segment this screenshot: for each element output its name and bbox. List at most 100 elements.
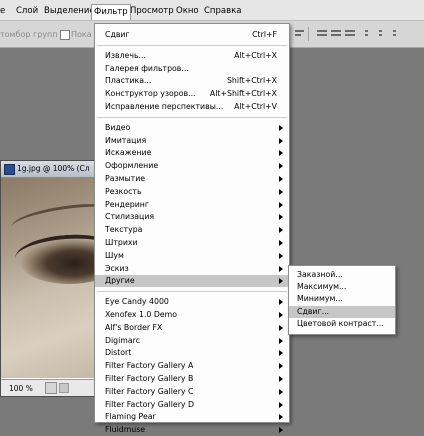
- submenu-arrow-icon: [279, 427, 283, 434]
- distribute-top-icon[interactable]: [316, 29, 328, 39]
- document-title: 1g.jpg @ 100% (Сл: [17, 164, 90, 173]
- horizontal-scroll-arrow[interactable]: [59, 383, 69, 393]
- other-submenu-item[interactable]: Сдвиг...: [289, 305, 395, 318]
- filter-menu-item[interactable]: Рендеринг: [95, 199, 289, 211]
- filter-menu-item-shortcut: Alt+Shift+Ctrl+X: [209, 89, 277, 99]
- filter-menu-item[interactable]: Штрихи: [95, 237, 289, 249]
- filter-menu-item-label: Alf's Border FX: [105, 322, 163, 332]
- menu-filter[interactable]: Фильтр: [91, 4, 131, 20]
- submenu-arrow-icon: [279, 176, 283, 182]
- filter-menu-item-label: Distort: [105, 348, 132, 358]
- filter-menu-item[interactable]: Извлечь... Alt+Ctrl+X: [95, 50, 289, 62]
- menu-separator: [97, 291, 287, 293]
- filter-menu-item[interactable]: Сдвиг Ctrl+F: [95, 29, 289, 41]
- menu-select[interactable]: Выделение: [44, 5, 95, 17]
- filter-menu-item[interactable]: Alf's Border FX: [95, 322, 289, 334]
- filter-menu-item-label: Другие: [105, 276, 135, 286]
- filter-menu-item[interactable]: Distort: [95, 347, 289, 359]
- distribute-left-icon[interactable]: [364, 29, 376, 39]
- filter-menu-item-label: Имитация: [105, 135, 147, 145]
- menu-separator: [97, 44, 287, 46]
- menu-separator: [97, 116, 287, 118]
- menu-image[interactable]: е: [0, 5, 5, 17]
- filter-menu-item[interactable]: Xenofex 1.0 Demo: [95, 309, 289, 321]
- submenu-arrow-icon: [279, 227, 283, 234]
- filter-menu-item[interactable]: Исправление перспективы... Alt+Ctrl+V: [95, 101, 289, 113]
- filter-menu-item[interactable]: Eye Candy 4000: [95, 296, 289, 308]
- other-submenu: Заказной... Максимум... Минимум... Сдвиг...…: [288, 265, 396, 335]
- filter-menu-item-label: Digimarc: [105, 335, 140, 345]
- other-submenu-item[interactable]: Минимум...: [289, 293, 395, 305]
- filter-menu-item[interactable]: Digimarc: [95, 335, 289, 347]
- submenu-arrow-icon: [279, 350, 283, 357]
- other-submenu-item-label: Максимум...: [297, 282, 347, 292]
- submenu-arrow-icon: [279, 414, 283, 421]
- filter-menu-item-label: Извлечь...: [105, 50, 146, 60]
- menu-bar: е Слой Выделение Фильтр Просмотр Окно Сп…: [0, 0, 424, 21]
- filter-menu-item-label: Filter Factory Gallery B: [105, 374, 194, 383]
- filter-menu-item-label: Filter Factory Gallery C: [105, 386, 194, 396]
- filter-menu-item[interactable]: Стилизация: [95, 211, 289, 223]
- menu-window[interactable]: Окно: [176, 5, 199, 17]
- filter-menu-item[interactable]: Fluidmuse: [95, 424, 289, 436]
- other-submenu-item-label: Минимум...: [297, 294, 343, 304]
- filter-menu-item-shortcut: Alt+Ctrl+X: [234, 50, 277, 60]
- align-left-icon[interactable]: [294, 29, 306, 39]
- filter-menu-item-label: Рендеринг: [105, 199, 149, 209]
- filter-menu-item[interactable]: Текстура: [95, 224, 289, 236]
- filter-menu-item[interactable]: Filter Factory Gallery C: [95, 386, 289, 398]
- filter-menu-item-label: Конструктор узоров...: [105, 89, 196, 99]
- filter-menu-item[interactable]: Эскиз: [95, 263, 289, 275]
- status-menu-button[interactable]: [45, 382, 57, 394]
- filter-menu-item-label: Штрихи: [105, 238, 138, 247]
- filter-menu-item[interactable]: Пластика... Shift+Ctrl+X: [95, 75, 289, 87]
- filter-menu-item[interactable]: Filter Factory Gallery B: [95, 373, 289, 385]
- filter-menu-item[interactable]: Видео: [95, 122, 289, 134]
- show-transform-checkbox[interactable]: [60, 30, 70, 40]
- filter-menu-item[interactable]: Filter Factory Gallery A: [95, 360, 289, 372]
- show-transform-label: Пока: [71, 30, 92, 39]
- filter-menu-item-label: Галерея фильтров...: [105, 63, 189, 73]
- filter-menu-item-label: Эскиз: [105, 263, 129, 273]
- submenu-arrow-icon: [279, 337, 283, 344]
- filter-menu-item[interactable]: Резкость: [95, 186, 289, 198]
- distribute-right-icon[interactable]: [392, 29, 404, 39]
- filter-menu-item[interactable]: Flaming Pear: [95, 411, 289, 423]
- submenu-arrow-icon: [279, 312, 283, 318]
- submenu-arrow-icon: [279, 201, 283, 208]
- submenu-arrow-icon: [279, 124, 283, 131]
- submenu-arrow-icon: [279, 376, 283, 382]
- filter-menu-item-shortcut: Alt+Ctrl+V: [234, 102, 277, 111]
- filter-menu-item-label: Размытие: [105, 174, 146, 183]
- filter-menu-item[interactable]: Конструктор узоров... Alt+Shift+Ctrl+X: [95, 88, 289, 100]
- filter-menu-item[interactable]: Шум: [95, 250, 289, 262]
- filter-menu-item[interactable]: Filter Factory Gallery D: [95, 399, 289, 411]
- filter-menu-item[interactable]: Искажение: [95, 147, 289, 159]
- filter-menu-item-label: Flaming Pear: [105, 412, 156, 422]
- photoshop-document-icon: [4, 164, 15, 175]
- submenu-arrow-icon: [279, 401, 283, 408]
- submenu-arrow-icon: [279, 265, 283, 272]
- submenu-arrow-icon: [279, 388, 283, 395]
- filter-menu-item-label: Filter Factory Gallery D: [105, 399, 194, 409]
- filter-menu-item[interactable]: Другие: [95, 275, 289, 288]
- filter-menu-item[interactable]: Галерея фильтров...: [95, 63, 289, 75]
- distribute-hcenter-icon[interactable]: [378, 29, 390, 39]
- menu-view[interactable]: Просмотр: [130, 5, 174, 17]
- filter-menu-item[interactable]: Имитация: [95, 135, 289, 147]
- filter-menu-item[interactable]: Оформление: [95, 160, 289, 172]
- menu-layer[interactable]: Слой: [16, 5, 38, 17]
- filter-menu-item-shortcut: Ctrl+F: [252, 30, 277, 39]
- filter-menu-item-label: Видео: [105, 122, 131, 132]
- filter-menu-item-label: Eye Candy 4000: [105, 297, 169, 307]
- filter-menu-item[interactable]: Размытие: [95, 173, 289, 185]
- distribute-bottom-icon[interactable]: [344, 29, 356, 39]
- menu-help[interactable]: Справка: [204, 5, 241, 17]
- other-submenu-item-label: Заказной...: [297, 270, 343, 279]
- other-submenu-item[interactable]: Цветовой контраст...: [289, 318, 395, 330]
- zoom-level[interactable]: 100 %: [9, 384, 33, 393]
- other-submenu-item[interactable]: Максимум...: [289, 281, 395, 293]
- other-submenu-item[interactable]: Заказной...: [289, 269, 395, 281]
- distribute-vcenter-icon[interactable]: [330, 29, 342, 39]
- toolbar-divider: [308, 27, 309, 41]
